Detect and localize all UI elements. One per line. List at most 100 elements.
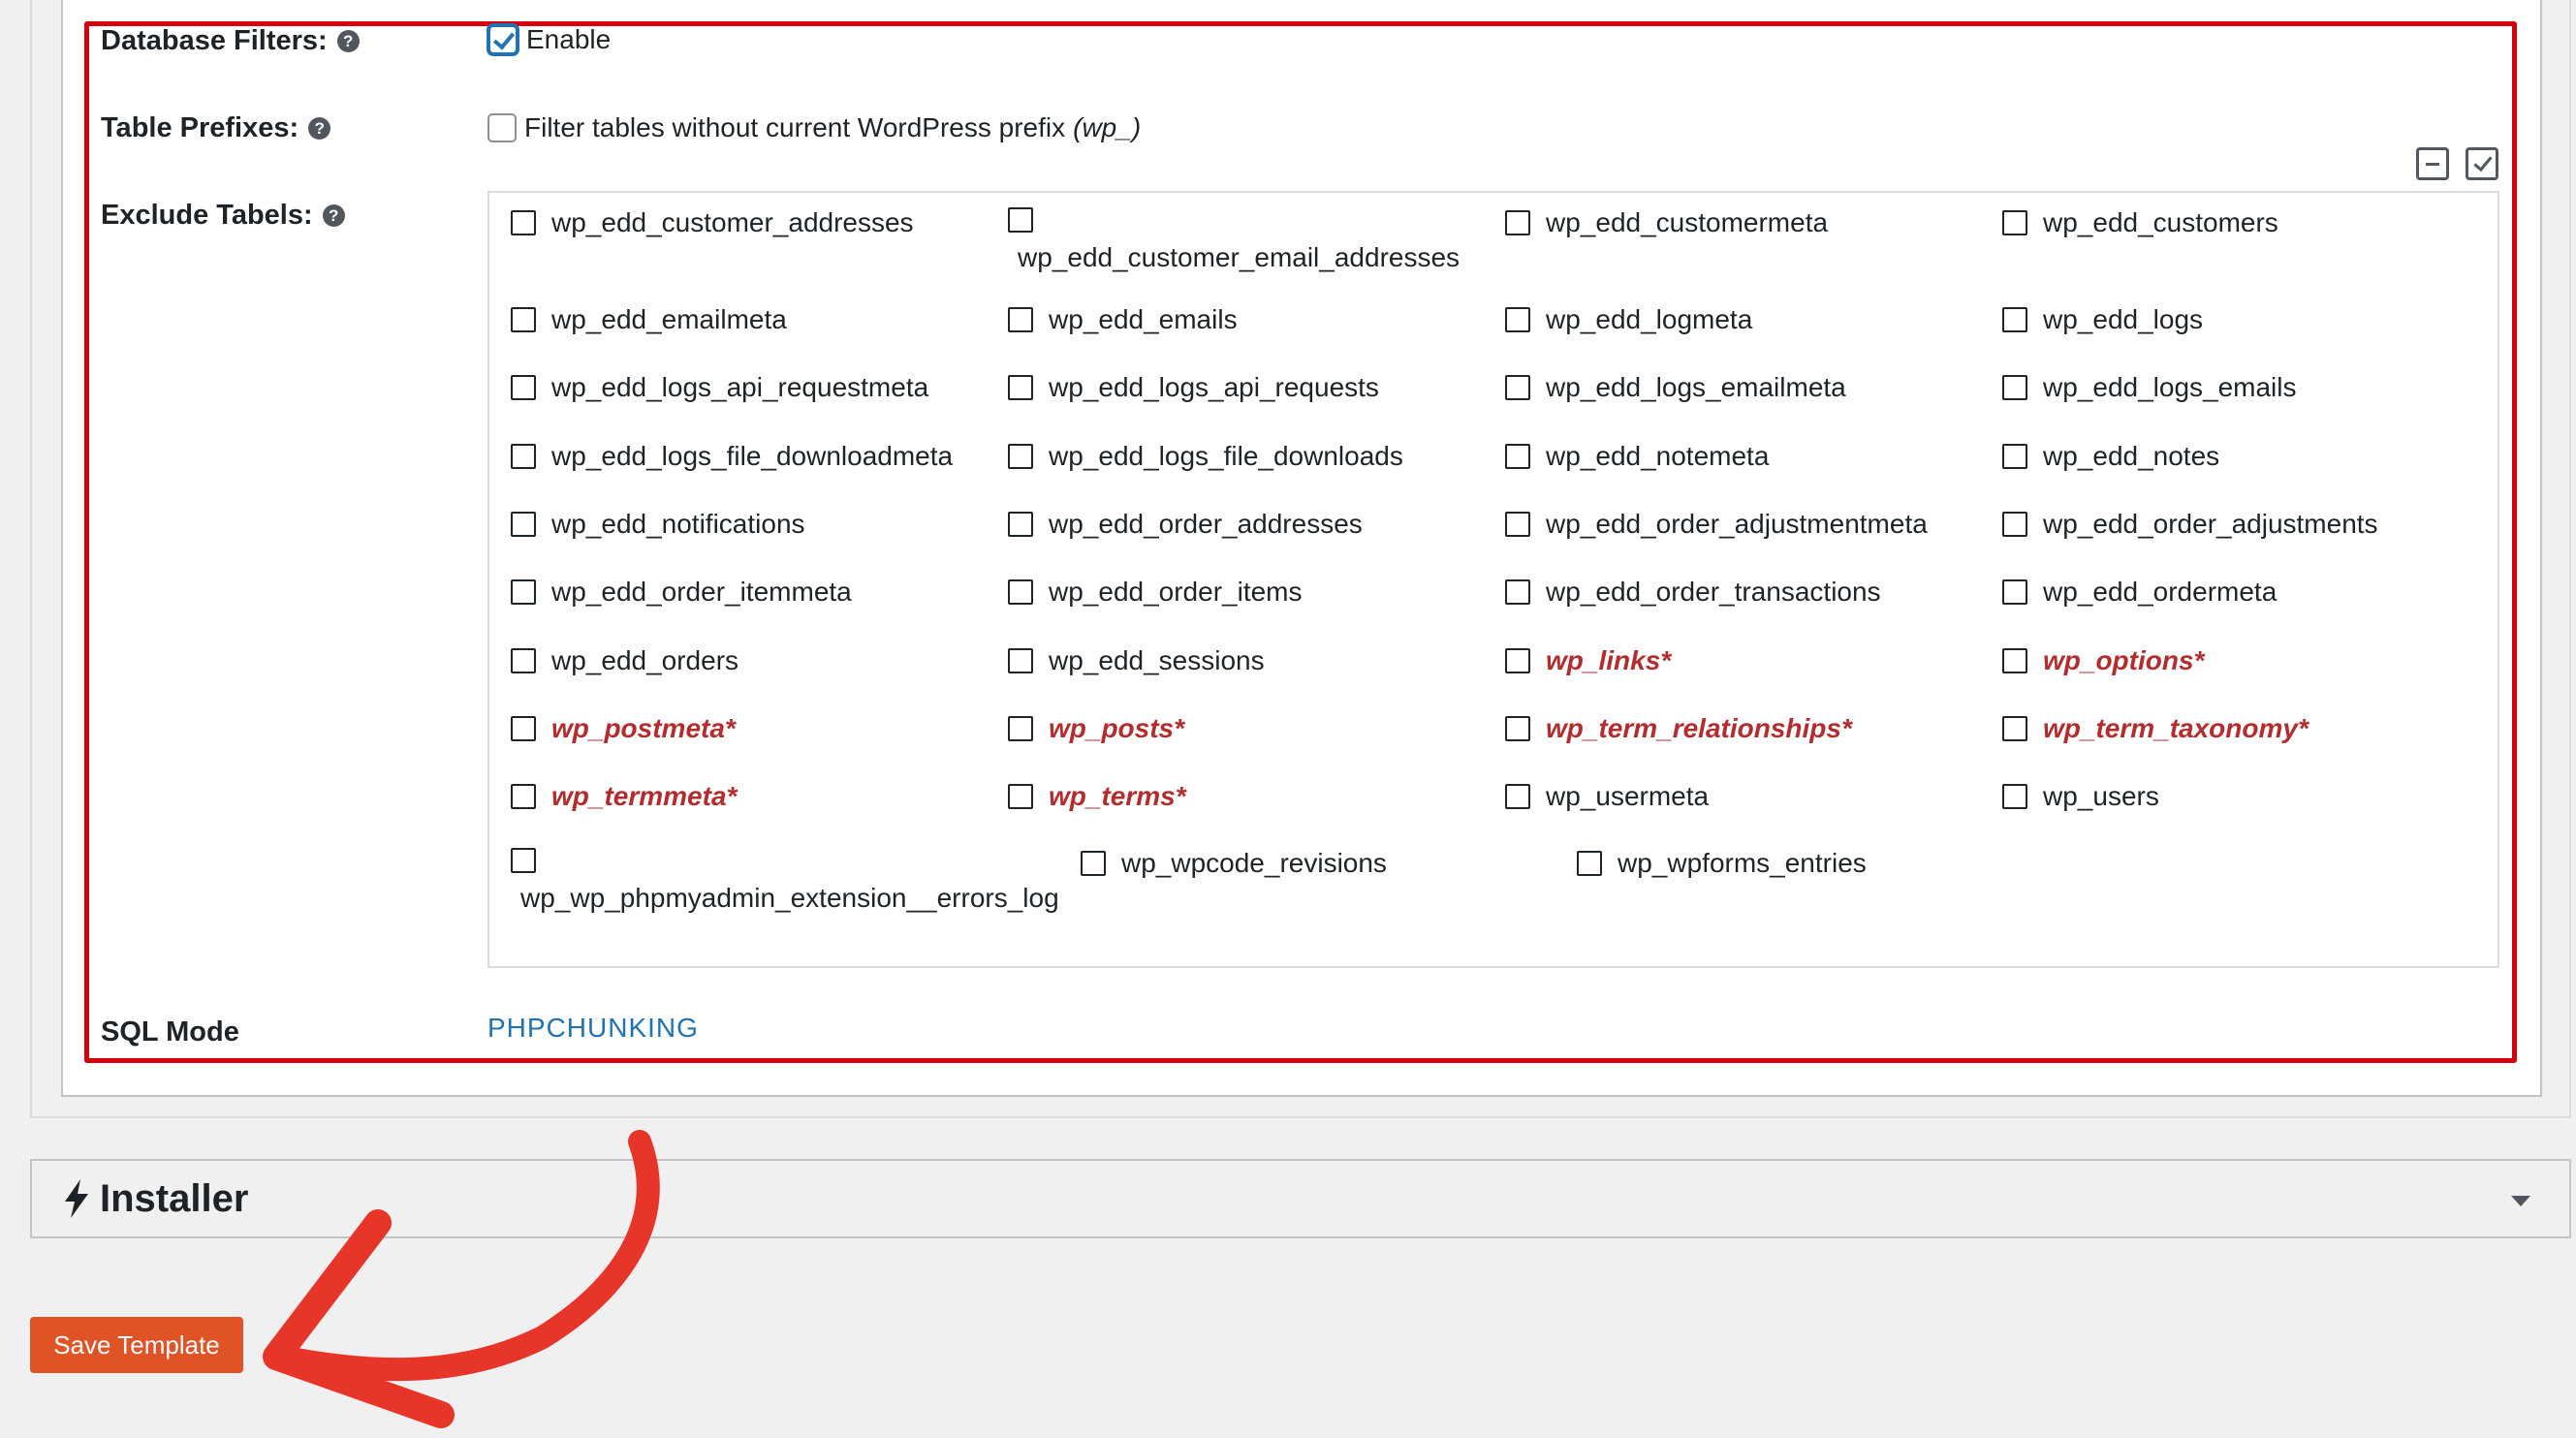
table-option[interactable]: wp_edd_logs_file_downloads <box>1008 441 1403 472</box>
table-checkbox[interactable] <box>1008 375 1033 401</box>
table-option[interactable]: wp_edd_logs_emailmeta <box>1505 372 1846 403</box>
table-option[interactable]: wp_edd_order_addresses <box>1008 509 1363 540</box>
table-checkbox[interactable] <box>1505 210 1530 235</box>
table-option[interactable]: wp_edd_sessions <box>1008 645 1265 676</box>
table-checkbox[interactable] <box>1008 784 1033 810</box>
caret-down-icon[interactable] <box>2511 1196 2530 1206</box>
table-checkbox[interactable] <box>511 715 536 741</box>
table-option[interactable]: wp_edd_order_adjustments <box>2002 509 2378 540</box>
table-option[interactable]: wp_edd_order_itemmeta <box>511 577 852 608</box>
table-checkbox[interactable] <box>1505 375 1530 401</box>
table-option[interactable]: wp_edd_logs_file_downloadmeta <box>511 441 953 472</box>
table-name: wp_edd_customer_addresses <box>551 207 914 237</box>
table-option[interactable]: wp_edd_logs <box>2002 304 2203 335</box>
table-checkbox[interactable] <box>511 647 536 673</box>
table-checkbox[interactable] <box>1505 511 1530 537</box>
table-option[interactable]: wp_edd_customermeta <box>1505 207 1828 238</box>
table-checkbox[interactable] <box>1505 579 1530 606</box>
help-icon[interactable]: ? <box>322 204 345 227</box>
table-prefixes-label: Table Prefixes: ? <box>101 112 331 144</box>
sql-mode-value[interactable]: PHPCHUNKING <box>487 1013 699 1044</box>
table-checkbox[interactable] <box>2002 579 2027 606</box>
table-option[interactable]: wp_options* <box>2002 645 2204 676</box>
table-checkbox[interactable] <box>1081 851 1106 876</box>
table-prefixes-checkbox[interactable] <box>487 113 517 142</box>
table-option[interactable]: wp_edd_customer_email_addresses <box>1008 207 1460 273</box>
table-name: wp_wpcode_revisions <box>1121 848 1387 878</box>
table-option[interactable]: wp_edd_orders <box>511 645 738 676</box>
database-filters-checkbox[interactable] <box>487 24 518 55</box>
table-checkbox[interactable] <box>1505 443 1530 469</box>
table-checkbox[interactable] <box>511 307 536 332</box>
table-checkbox[interactable] <box>2002 443 2027 469</box>
table-checkbox[interactable] <box>1008 511 1033 537</box>
table-option[interactable]: wp_term_taxonomy* <box>2002 713 2309 744</box>
table-checkbox[interactable] <box>511 511 536 537</box>
table-option[interactable]: wp_edd_logs_api_requests <box>1008 372 1379 403</box>
table-checkbox[interactable] <box>2002 647 2027 673</box>
table-option[interactable]: wp_edd_ordermeta <box>2002 577 2277 608</box>
table-name: wp_edd_logmeta <box>1546 304 1753 334</box>
table-checkbox[interactable] <box>2002 715 2027 741</box>
table-option[interactable]: wp_edd_logs_api_requestmeta <box>511 372 928 403</box>
bolt-icon <box>65 1179 88 1218</box>
table-option[interactable]: wp_edd_logs_emails <box>2002 372 2297 403</box>
table-checkbox[interactable] <box>511 443 536 469</box>
table-option[interactable]: wp_edd_logmeta <box>1505 304 1752 335</box>
table-checkbox[interactable] <box>2002 307 2027 332</box>
table-option[interactable]: wp_users <box>2002 781 2159 812</box>
table-name: wp_edd_order_transactions <box>1546 577 1881 608</box>
table-option[interactable]: wp_edd_emails <box>1008 304 1238 335</box>
table-checkbox[interactable] <box>1008 579 1033 606</box>
table-checkbox[interactable] <box>2002 511 2027 537</box>
table-option[interactable]: wp_edd_order_items <box>1008 577 1303 608</box>
table-checkbox[interactable] <box>1505 307 1530 332</box>
table-checkbox[interactable] <box>1577 851 1602 876</box>
table-checkbox[interactable] <box>1008 715 1033 741</box>
table-option[interactable]: wp_posts* <box>1008 713 1184 744</box>
help-icon[interactable]: ? <box>336 30 360 52</box>
table-option[interactable]: wp_edd_notemeta <box>1505 441 1769 472</box>
table-name: wp_links* <box>1546 644 1672 675</box>
table-name: wp_edd_notifications <box>551 508 805 539</box>
table-checkbox[interactable] <box>1505 715 1530 741</box>
exclude-tables-list: wp_edd_customer_addresses wp_edd_customer… <box>487 191 2499 968</box>
table-option[interactable]: wp_edd_emailmeta <box>511 304 787 335</box>
installer-section-header[interactable]: Installer <box>30 1159 2571 1238</box>
table-checkbox[interactable] <box>2002 784 2027 810</box>
table-option[interactable]: wp_edd_notes <box>2002 441 2219 472</box>
table-name: wp_wpforms_entries <box>1618 848 1867 878</box>
table-option[interactable]: wp_wpforms_entries <box>1577 848 1867 879</box>
table-option[interactable]: wp_edd_customers <box>2002 207 2278 238</box>
table-option[interactable]: wp_postmeta* <box>511 713 736 744</box>
table-option[interactable]: wp_usermeta <box>1505 781 1709 812</box>
table-option[interactable]: wp_term_relationships* <box>1505 713 1852 744</box>
table-checkbox[interactable] <box>1505 647 1530 673</box>
table-name: wp_edd_order_itemmeta <box>551 577 852 608</box>
table-checkbox[interactable] <box>2002 375 2027 401</box>
select-none-icon[interactable] <box>2416 147 2449 180</box>
table-option[interactable]: wp_termmeta* <box>511 781 737 812</box>
table-option[interactable]: wp_edd_customer_addresses <box>511 207 914 238</box>
table-option[interactable]: wp_edd_notifications <box>511 509 805 540</box>
table-checkbox[interactable] <box>511 848 536 873</box>
table-checkbox[interactable] <box>1008 207 1033 233</box>
table-checkbox[interactable] <box>511 579 536 606</box>
table-option[interactable]: wp_edd_order_transactions <box>1505 577 1881 608</box>
table-checkbox[interactable] <box>1008 307 1033 332</box>
help-icon[interactable]: ? <box>308 117 331 140</box>
table-option[interactable]: wp_wp_phpmyadmin_extension__errors_log <box>511 848 1059 914</box>
table-checkbox[interactable] <box>1008 443 1033 469</box>
table-option[interactable]: wp_terms* <box>1008 781 1186 812</box>
table-checkbox[interactable] <box>511 375 536 401</box>
table-option[interactable]: wp_wpcode_revisions <box>1081 848 1387 879</box>
table-option[interactable]: wp_edd_order_adjustmentmeta <box>1505 509 1928 540</box>
table-checkbox[interactable] <box>511 784 536 810</box>
table-checkbox[interactable] <box>1008 647 1033 673</box>
table-option[interactable]: wp_links* <box>1505 645 1671 676</box>
table-checkbox[interactable] <box>511 210 536 235</box>
save-template-button[interactable]: Save Template <box>30 1317 243 1373</box>
table-checkbox[interactable] <box>2002 210 2027 235</box>
select-all-icon[interactable] <box>2466 147 2498 180</box>
table-checkbox[interactable] <box>1505 784 1530 810</box>
